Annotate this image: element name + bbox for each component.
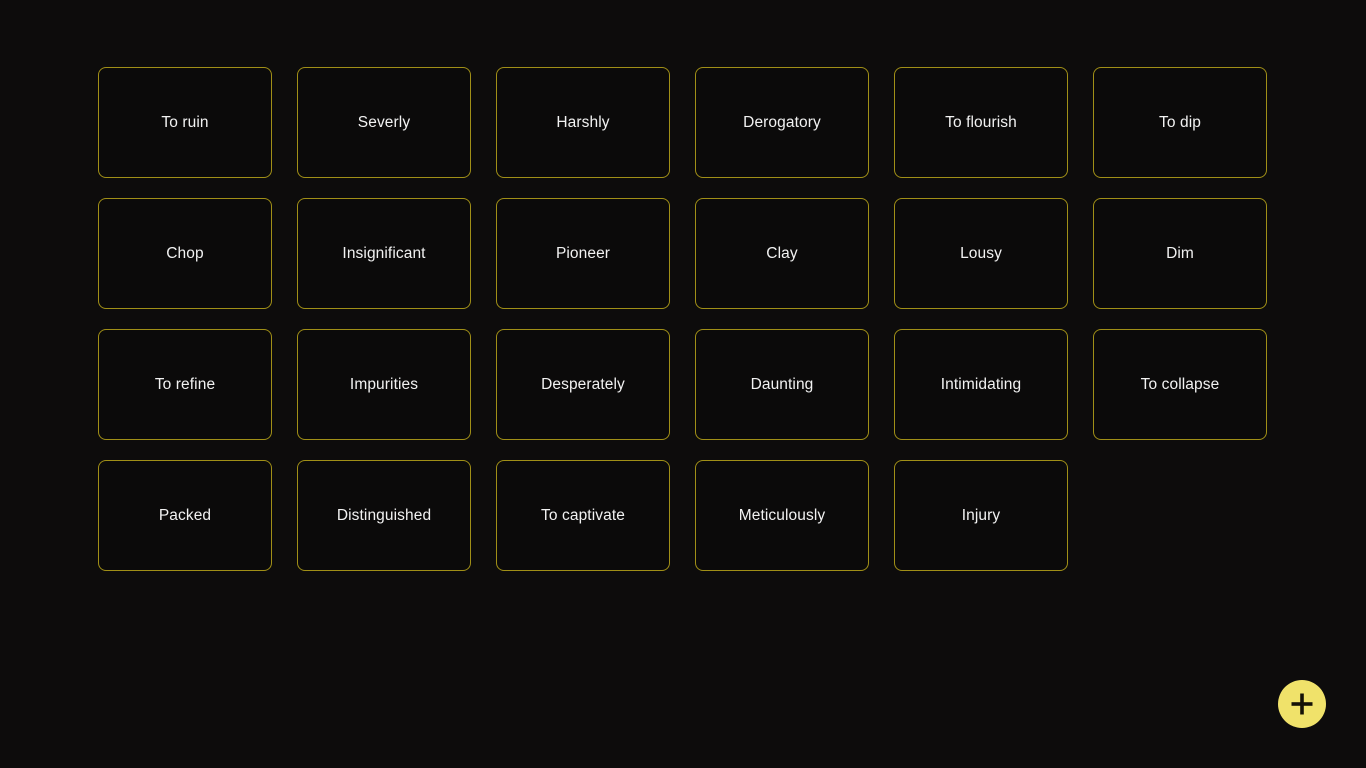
word-card-label: Pioneer	[555, 244, 611, 262]
word-card[interactable]: To flourish	[894, 67, 1068, 178]
word-card[interactable]: Harshly	[496, 67, 670, 178]
word-card[interactable]: Derogatory	[695, 67, 869, 178]
word-card[interactable]: Chop	[98, 198, 272, 309]
word-card-label: Chop	[166, 244, 204, 262]
word-card[interactable]: To refine	[98, 329, 272, 440]
word-card-label: Impurities	[349, 375, 419, 393]
word-card-label: To refine	[154, 375, 216, 393]
word-card-label: To collapse	[1140, 375, 1220, 393]
word-card-label: Intimidating	[940, 375, 1022, 393]
word-card[interactable]: To collapse	[1093, 329, 1267, 440]
word-card[interactable]: Clay	[695, 198, 869, 309]
word-card-label: Clay	[766, 244, 798, 262]
word-card[interactable]: Lousy	[894, 198, 1068, 309]
word-card-label: Harshly	[556, 113, 610, 131]
word-card[interactable]: Severly	[297, 67, 471, 178]
word-card[interactable]: To dip	[1093, 67, 1267, 178]
word-card-label: Injury	[961, 506, 1001, 524]
word-card[interactable]: Insignificant	[297, 198, 471, 309]
word-card-label: Lousy	[960, 244, 1002, 262]
word-card-label: To flourish	[945, 113, 1017, 131]
word-card[interactable]: Daunting	[695, 329, 869, 440]
word-card-label: Insignificant	[342, 244, 426, 262]
word-card-label: Desperately	[541, 375, 625, 393]
add-card-fab[interactable]	[1278, 680, 1326, 728]
word-card-label: Derogatory	[743, 113, 821, 131]
word-card[interactable]: Desperately	[496, 329, 670, 440]
word-card-label: To ruin	[161, 113, 209, 131]
word-card-label: Daunting	[750, 375, 814, 393]
word-card[interactable]: Meticulously	[695, 460, 869, 571]
word-card-label: To dip	[1159, 113, 1201, 131]
word-card[interactable]: Dim	[1093, 198, 1267, 309]
word-card-label: Severly	[357, 113, 411, 131]
word-card[interactable]: Distinguished	[297, 460, 471, 571]
word-card-label: Packed	[158, 506, 212, 524]
word-card-label: Meticulously	[738, 506, 826, 524]
word-card[interactable]: Impurities	[297, 329, 471, 440]
word-card-grid: To ruin Severly Harshly Derogatory To flouri…	[98, 67, 1268, 571]
word-card[interactable]: Pioneer	[496, 198, 670, 309]
app-root: To ruin Severly Harshly Derogatory To flouri…	[0, 0, 1366, 768]
word-card-label: To captivate	[541, 506, 625, 524]
word-card-label: Distinguished	[336, 506, 432, 524]
word-card-label: Dim	[1166, 244, 1194, 262]
plus-icon	[1291, 693, 1313, 715]
word-card[interactable]: Packed	[98, 460, 272, 571]
word-card[interactable]: Injury	[894, 460, 1068, 571]
word-card[interactable]: Intimidating	[894, 329, 1068, 440]
word-card[interactable]: To ruin	[98, 67, 272, 178]
word-card[interactable]: To captivate	[496, 460, 670, 571]
